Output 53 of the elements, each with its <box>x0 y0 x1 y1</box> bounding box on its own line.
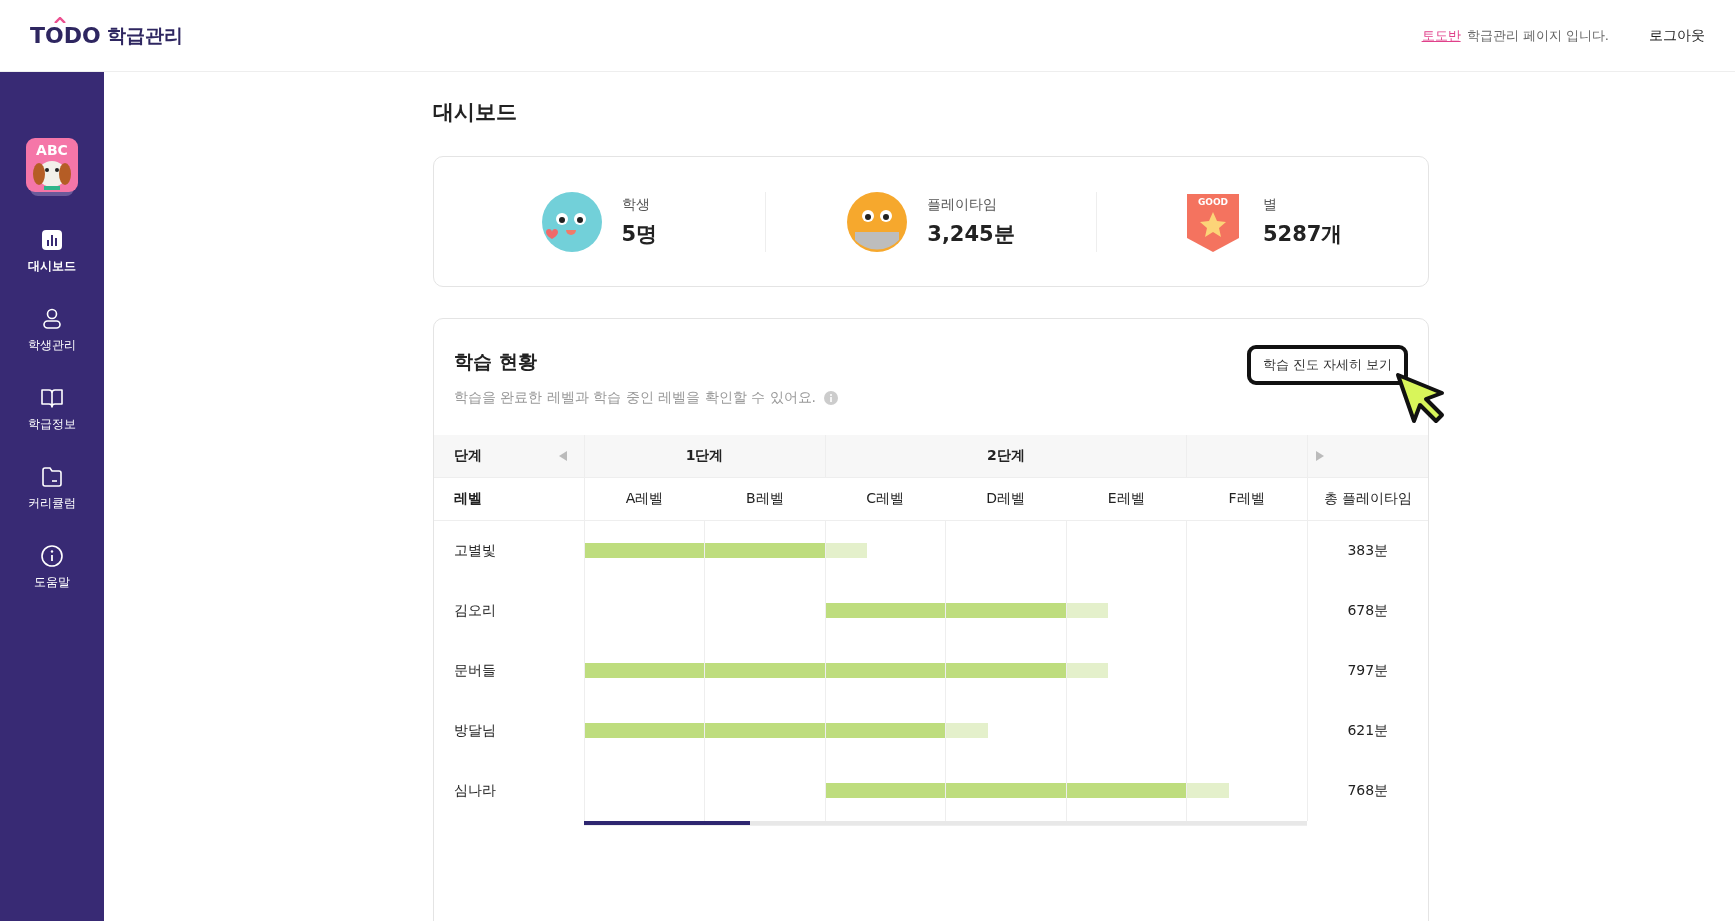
class-name-link[interactable]: 토도반 <box>1421 26 1461 45</box>
stat-label: 플레이타임 <box>927 195 999 214</box>
section-description: 학습을 완료한 레벨과 학습 중인 레벨을 확인할 수 있어요. <box>454 389 817 407</box>
logo[interactable]: TODO <box>30 16 101 48</box>
sidebar-item[interactable]: 도움말 <box>0 544 104 623</box>
page-notice: 학급관리 페이지 입니다. <box>1466 26 1609 45</box>
heart-character-icon <box>541 191 602 252</box>
level-label: B레벨 <box>745 490 784 506</box>
sidebar-item[interactable]: 대시보드 <box>0 228 104 307</box>
sidebar-item[interactable]: 학생관리 <box>0 307 104 386</box>
level-header: 레벨 <box>454 490 482 506</box>
level-label: D레벨 <box>986 490 1026 506</box>
chart-icon <box>40 228 64 252</box>
page-title: 대시보드 <box>433 99 518 126</box>
student-name: 문버들 <box>454 662 496 678</box>
horizontal-scrollbar[interactable] <box>584 821 1307 826</box>
logo-subtitle: 학급관리 <box>106 22 183 48</box>
info-icon[interactable] <box>824 391 839 405</box>
student-name: 고별빛 <box>454 542 496 558</box>
book-icon <box>40 386 64 410</box>
student-name: 심나라 <box>454 782 496 798</box>
folder-icon <box>40 465 64 489</box>
stage-header: 단계 <box>454 447 482 465</box>
section-title: 학습 현황 <box>454 349 538 374</box>
scroll-thumb[interactable] <box>584 821 750 825</box>
laptop-character-icon <box>847 191 908 252</box>
student-name: 김오리 <box>454 602 496 618</box>
level-label: C레벨 <box>866 490 905 506</box>
info-icon <box>40 544 64 568</box>
level-label: E레벨 <box>1107 490 1145 506</box>
total-header: 총 플레이타임 <box>1323 490 1412 506</box>
total-playtime: 768분 <box>1347 782 1389 798</box>
person-icon <box>40 307 64 331</box>
logout-button[interactable]: 로그아웃 <box>1649 26 1705 45</box>
stat-value: 5287개 <box>1262 220 1343 248</box>
level-label: F레벨 <box>1228 490 1265 506</box>
total-playtime: 621분 <box>1347 722 1389 738</box>
stage-label: 2단계 <box>986 447 1025 463</box>
stage-label: 1단계 <box>685 447 724 463</box>
sidebar-item[interactable]: 커리큘럼 <box>0 465 104 544</box>
stat-value: 3,245분 <box>927 220 1015 248</box>
scroll-right-icon[interactable] <box>1315 451 1324 461</box>
student-name: 방달님 <box>454 722 496 738</box>
stat-label: 학생 <box>621 195 651 214</box>
total-playtime: 678분 <box>1347 602 1389 618</box>
stat-value: 5명 <box>621 220 658 248</box>
sidebar-item[interactable]: 학급정보 <box>0 386 104 465</box>
stat-label: 별 <box>1262 195 1278 214</box>
detail-button[interactable]: 학습 진도 자세히 보기 <box>1246 345 1408 385</box>
level-label: A레벨 <box>625 490 664 506</box>
total-playtime: 383분 <box>1347 542 1389 558</box>
total-playtime: 797분 <box>1347 662 1389 678</box>
scroll-left-icon[interactable] <box>558 451 567 461</box>
